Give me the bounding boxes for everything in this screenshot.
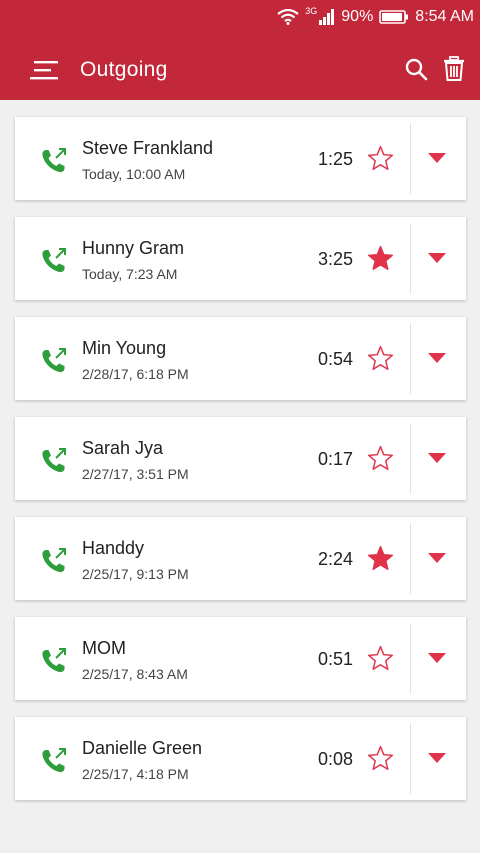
trash-icon[interactable] <box>443 56 465 82</box>
contact-name: MOM <box>82 638 126 658</box>
star-outline-icon[interactable] <box>367 345 394 372</box>
call-duration: 0:54 <box>317 349 353 369</box>
call-timestamp: 2/25/17, 9:13 PM <box>82 566 189 582</box>
call-duration: 0:51 <box>317 649 353 669</box>
star-outline-icon[interactable] <box>367 645 394 672</box>
outgoing-call-icon <box>39 346 69 381</box>
call-timestamp: 2/25/17, 8:43 AM <box>82 666 188 682</box>
app-bar: Outgoing <box>0 40 480 100</box>
clock: 8:54 AM <box>415 8 474 25</box>
search-icon[interactable] <box>404 57 428 81</box>
contact-name: Handdy <box>82 538 145 558</box>
star-filled-icon[interactable] <box>367 545 394 572</box>
outgoing-call-icon <box>39 746 69 781</box>
hamburger-menu-icon[interactable] <box>30 58 60 82</box>
call-log-item[interactable]: Handdy 2/25/17, 9:13 PM 2:24 <box>15 517 466 600</box>
contact-name: Sarah Jya <box>82 438 164 458</box>
outgoing-call-icon <box>39 646 69 681</box>
star-outline-icon[interactable] <box>367 445 394 472</box>
call-log-item[interactable]: Steve Frankland Today, 10:00 AM 1:25 <box>15 117 466 200</box>
call-log-item[interactable]: Min Young 2/28/17, 6:18 PM 0:54 <box>15 317 466 400</box>
chevron-down-icon[interactable] <box>427 452 447 464</box>
call-timestamp: Today, 10:00 AM <box>82 166 186 182</box>
battery-percent: 90% <box>341 8 374 25</box>
item-divider <box>410 323 411 394</box>
call-timestamp: 2/27/17, 3:51 PM <box>82 466 189 482</box>
outgoing-call-icon <box>39 246 69 281</box>
wifi-icon <box>277 9 299 25</box>
call-timestamp: 2/25/17, 4:18 PM <box>82 766 189 782</box>
outgoing-call-icon <box>39 146 69 181</box>
item-divider <box>410 423 411 494</box>
call-duration: 0:08 <box>317 749 353 769</box>
app-header: 3G 90% 8:54 AM Outgoing <box>0 0 480 100</box>
chevron-down-icon[interactable] <box>427 352 447 364</box>
call-duration: 3:25 <box>317 249 353 269</box>
chevron-down-icon[interactable] <box>427 752 447 764</box>
call-log-item[interactable]: Sarah Jya 2/27/17, 3:51 PM 0:17 <box>15 417 466 500</box>
page-title: Outgoing <box>80 58 168 81</box>
item-divider <box>410 523 411 594</box>
contact-name: Steve Frankland <box>82 138 214 158</box>
star-outline-icon[interactable] <box>367 145 394 172</box>
chevron-down-icon[interactable] <box>427 652 447 664</box>
outgoing-call-icon <box>39 446 69 481</box>
call-log-item[interactable]: Danielle Green 2/25/17, 4:18 PM 0:08 <box>15 717 466 800</box>
status-bar: 3G 90% 8:54 AM <box>0 0 480 34</box>
star-filled-icon[interactable] <box>367 245 394 272</box>
call-log-item[interactable]: Hunny Gram Today, 7:23 AM 3:25 <box>15 217 466 300</box>
chevron-down-icon[interactable] <box>427 252 447 264</box>
call-duration: 0:17 <box>317 449 353 469</box>
contact-name: Min Young <box>82 338 167 358</box>
signal-icon <box>319 9 335 25</box>
chevron-down-icon[interactable] <box>427 552 447 564</box>
contact-name: Hunny Gram <box>82 238 185 258</box>
item-divider <box>410 223 411 294</box>
outgoing-call-icon <box>39 546 69 581</box>
call-timestamp: 2/28/17, 6:18 PM <box>82 366 189 382</box>
call-duration: 1:25 <box>317 149 353 169</box>
status-icons: 3G 90% 8:54 AM <box>277 6 474 28</box>
item-divider <box>410 123 411 194</box>
item-divider <box>410 623 411 694</box>
call-timestamp: Today, 7:23 AM <box>82 266 178 282</box>
chevron-down-icon[interactable] <box>427 152 447 164</box>
item-divider <box>410 723 411 794</box>
call-log-item[interactable]: MOM 2/25/17, 8:43 AM 0:51 <box>15 617 466 700</box>
star-outline-icon[interactable] <box>367 745 394 772</box>
call-duration: 2:24 <box>317 549 353 569</box>
contact-name: Danielle Green <box>82 738 203 758</box>
battery-icon <box>379 10 409 24</box>
network-type-label: 3G <box>305 6 318 16</box>
